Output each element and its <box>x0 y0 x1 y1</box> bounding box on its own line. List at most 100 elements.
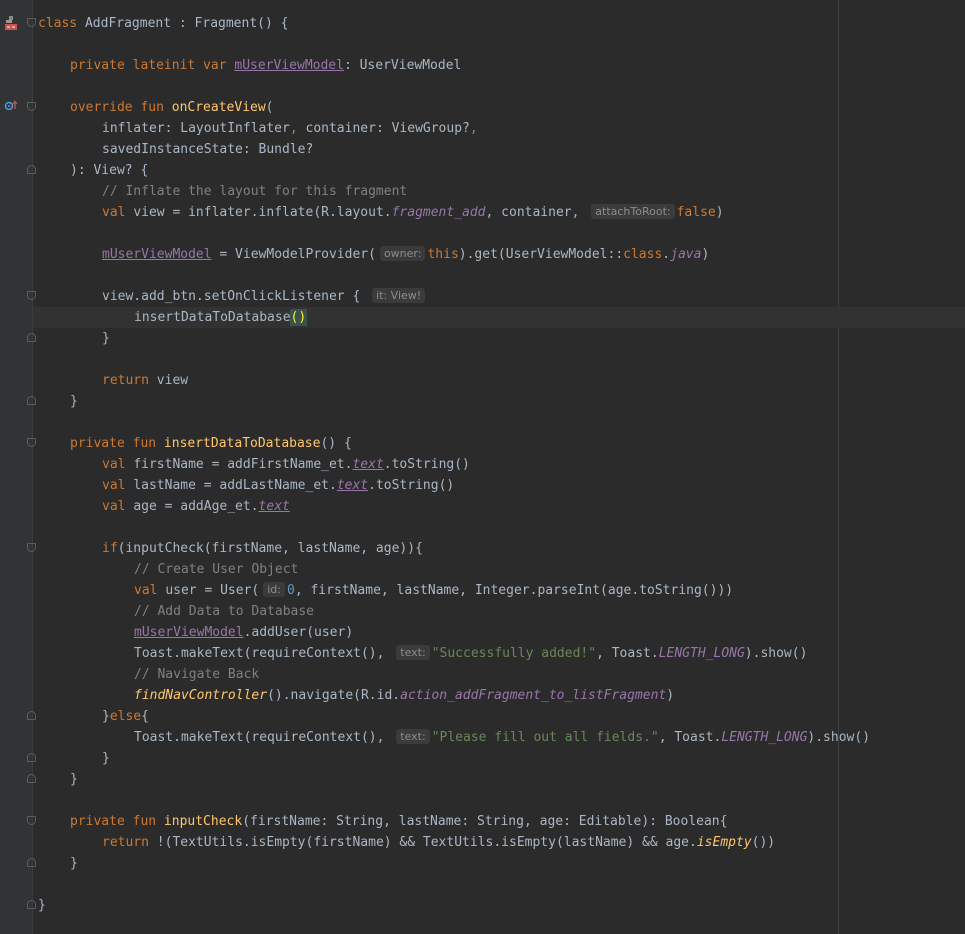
parameter-hint: owner: <box>379 246 426 261</box>
code-text: .toString() <box>368 478 455 493</box>
code-text: view.add_btn.setOnClickListener { <box>102 289 369 304</box>
punctuation: , <box>469 121 478 136</box>
code-text: ().navigate(R.id. <box>267 688 401 703</box>
code-line[interactable]: mUserViewModel = ViewModelProvider(owner… <box>102 244 965 265</box>
property-ref: text <box>258 499 290 514</box>
class-name: AddFragment <box>84 16 172 31</box>
property-ref: mUserViewModel <box>102 247 212 262</box>
code-line[interactable]: } <box>38 895 965 916</box>
code-line[interactable]: Toast.makeText(requireContext(), text: "P… <box>134 727 965 748</box>
function-name: onCreateView <box>171 100 266 115</box>
code-text: = ViewModelProvider( <box>211 247 376 262</box>
keyword: this <box>427 247 459 262</box>
code-text: container: ViewGroup? <box>305 121 470 136</box>
code-line[interactable]: // Inflate the layout for this fragment <box>102 181 965 202</box>
code-line[interactable]: inflater: LayoutInflater, container: Vie… <box>102 118 965 139</box>
code-line[interactable]: return view <box>102 370 965 391</box>
keyword: if <box>102 541 118 556</box>
property-ref: mUserViewModel <box>234 58 344 73</box>
code-line[interactable]: val view = inflater.inflate(R.layout.fra… <box>102 202 965 223</box>
code-line[interactable]: } <box>70 853 965 874</box>
code-line[interactable]: // Add Data to Database <box>134 601 965 622</box>
function-name: insertDataToDatabase <box>163 436 321 451</box>
code-text: } <box>70 772 78 787</box>
function-call: insertDataToDatabase <box>134 310 291 325</box>
code-line[interactable]: }else{ <box>102 706 965 727</box>
code-line[interactable]: ): View? { <box>70 160 965 181</box>
code-line[interactable]: private fun inputCheck(firstName: String… <box>70 811 965 832</box>
keyword: class <box>623 247 663 262</box>
code-text: , firstName, lastName, Integer.parseInt(… <box>294 583 734 598</box>
code-line[interactable]: return !(TextUtils.isEmpty(firstName) &&… <box>102 832 965 853</box>
extension-function: findNavController <box>134 688 268 703</box>
comment: // Inflate the layout for this fragment <box>102 184 408 199</box>
code-text: (firstName: String, lastName: String, ag… <box>242 814 728 829</box>
code-line[interactable]: val user = User(id: 0, firstName, lastNam… <box>134 580 965 601</box>
number-literal: 0 <box>286 583 295 598</box>
code-text: !(TextUtils.isEmpty(firstName) && TextUt… <box>156 835 697 850</box>
code-line[interactable]: } <box>102 328 965 349</box>
property-ref: mUserViewModel <box>134 625 244 640</box>
code-text: ) <box>715 205 724 220</box>
code-line[interactable]: if(inputCheck(firstName, lastName, age))… <box>102 538 965 559</box>
code-line[interactable]: class AddFragment : Fragment() { <box>38 13 965 34</box>
code-line[interactable]: } <box>102 748 965 769</box>
keyword: private fun <box>70 436 164 451</box>
string-literal: "Please fill out all fields." <box>431 730 659 745</box>
code-text: : UserViewModel <box>343 58 462 73</box>
code-text: ) <box>701 247 710 262</box>
code-text: : <box>171 16 195 31</box>
code-text: } <box>102 709 110 724</box>
code-text: age = addAge_et. <box>133 499 259 514</box>
keyword: val <box>102 478 134 493</box>
parameter-hint: text: <box>396 729 430 744</box>
code-line[interactable]: // Create User Object <box>134 559 965 580</box>
code-text: ) <box>666 688 675 703</box>
code-text: inflater: LayoutInflater <box>102 121 290 136</box>
property-ref: text <box>336 478 369 493</box>
code-text: view <box>156 373 189 388</box>
code-line[interactable]: // Navigate Back <box>134 664 965 685</box>
code-line[interactable]: Toast.makeText(requireContext(), text: "S… <box>134 643 965 664</box>
code-text: ).get(UserViewModel:: <box>458 247 624 262</box>
code-line[interactable]: val age = addAge_et.text <box>102 496 965 517</box>
punctuation: . <box>662 247 671 262</box>
code-text: lastName = addLastName_et. <box>133 478 337 493</box>
code-text: view = inflater.inflate(R.layout. <box>133 205 392 220</box>
keyword: private fun <box>70 814 164 829</box>
code-editor[interactable]: class AddFragment : Fragment() { private… <box>0 0 965 934</box>
code-text: Toast.makeText(requireContext(), <box>134 730 393 745</box>
resource-ref: action_addFragment_to_listFragment <box>400 688 667 703</box>
code-line[interactable]: } <box>70 391 965 412</box>
code-line[interactable]: val lastName = addLastName_et.text.toStr… <box>102 475 965 496</box>
code-line[interactable]: view.add_btn.setOnClickListener { it: Vi… <box>102 286 965 307</box>
comment: // Add Data to Database <box>134 604 315 619</box>
code-text: ).show() <box>744 646 808 661</box>
code-text: } <box>102 331 110 346</box>
comment: // Create User Object <box>134 562 299 577</box>
keyword: override fun <box>70 100 172 115</box>
code-line[interactable]: val firstName = addFirstName_et.text.toS… <box>102 454 965 475</box>
extension-function: isEmpty <box>696 835 752 850</box>
code-line[interactable]: private fun insertDataToDatabase() { <box>70 433 965 454</box>
keyword: return <box>102 835 157 850</box>
code-line[interactable]: findNavController().navigate(R.id.action… <box>134 685 965 706</box>
punctuation: , <box>289 121 306 136</box>
code-line[interactable]: insertDataToDatabase() <box>134 307 965 328</box>
parameter-hint: text: <box>396 645 430 660</box>
code-text: .addUser(user) <box>243 625 354 640</box>
code-text: ( <box>265 100 274 115</box>
code-text: } <box>70 856 78 871</box>
parameter-hint: id: <box>263 582 285 597</box>
code-line[interactable]: mUserViewModel.addUser(user) <box>134 622 965 643</box>
code-line[interactable]: savedInstanceState: Bundle? <box>102 139 965 160</box>
string-literal: "Successfully added!" <box>431 646 597 661</box>
parameter-hint: attachToRoot: <box>591 204 675 219</box>
function-name: inputCheck <box>163 814 243 829</box>
code-line[interactable]: private lateinit var mUserViewModel: Use… <box>70 55 965 76</box>
code-line[interactable]: override fun onCreateView( <box>70 97 965 118</box>
code-line[interactable]: } <box>70 769 965 790</box>
keyword: false <box>676 205 716 220</box>
keyword: val <box>134 583 166 598</box>
keyword: val <box>102 205 134 220</box>
